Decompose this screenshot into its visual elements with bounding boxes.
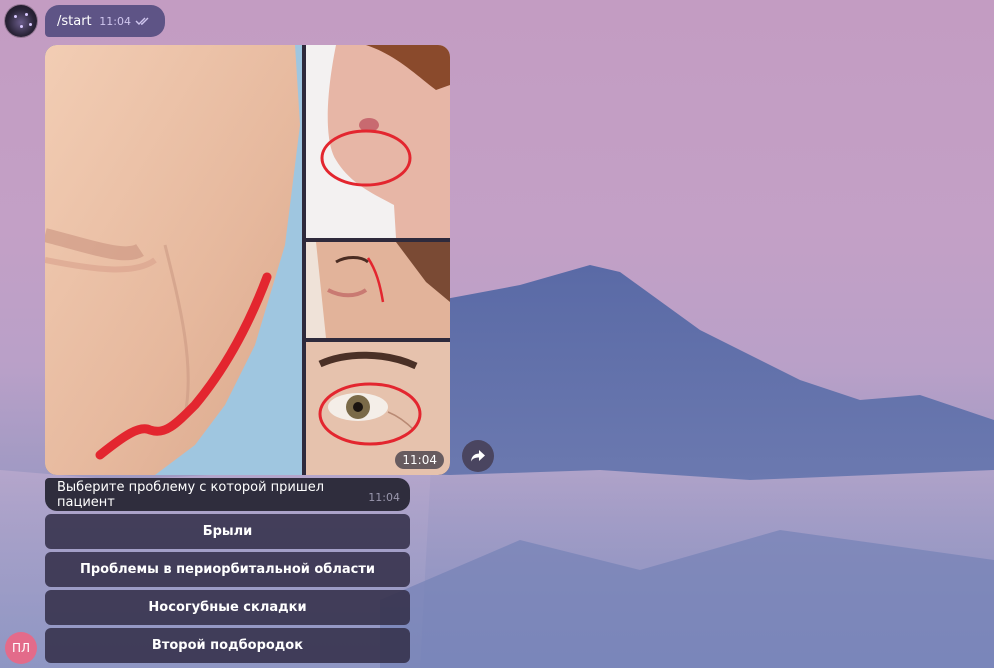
keyboard-button-nasolabial[interactable]: Носогубные складки bbox=[45, 590, 410, 625]
keyboard-button-periorbital[interactable]: Проблемы в периорбитальной области bbox=[45, 552, 410, 587]
message-meta: 11:04 bbox=[99, 15, 153, 28]
outgoing-message[interactable]: /start 11:04 bbox=[45, 5, 165, 37]
bot-message-time: 11:04 bbox=[368, 491, 400, 504]
keyboard-button-label: Проблемы в периорбитальной области bbox=[79, 562, 376, 577]
share-arrow-icon bbox=[471, 450, 485, 462]
photo-double-chin[interactable] bbox=[306, 45, 450, 238]
user-avatar[interactable] bbox=[5, 5, 37, 37]
bot-message[interactable]: Выберите проблему с которой пришел пацие… bbox=[45, 478, 410, 511]
keyboard-button-label: Носогубные складки bbox=[148, 600, 307, 615]
bot-avatar[interactable]: ПЛ bbox=[5, 632, 37, 664]
photo-cheek-line[interactable] bbox=[45, 45, 302, 475]
bot-message-text: Выберите проблему с которой пришел пацие… bbox=[57, 479, 325, 510]
keyboard-button-label: Второй подбородок bbox=[151, 638, 304, 653]
keyboard-button-label: Брыли bbox=[202, 524, 253, 539]
photo-nasolabial[interactable] bbox=[306, 242, 450, 338]
share-button[interactable] bbox=[462, 440, 494, 472]
keyboard-button-jowls[interactable]: Брыли bbox=[45, 514, 410, 549]
message-time: 11:04 bbox=[99, 14, 131, 28]
photo-album[interactable]: 11:04 bbox=[45, 45, 450, 475]
album-time: 11:04 bbox=[395, 451, 444, 469]
message-text: /start bbox=[57, 13, 92, 29]
double-check-icon bbox=[135, 17, 149, 25]
bot-avatar-initials: ПЛ bbox=[11, 641, 31, 655]
keyboard-button-double-chin[interactable]: Второй подбородок bbox=[45, 628, 410, 663]
